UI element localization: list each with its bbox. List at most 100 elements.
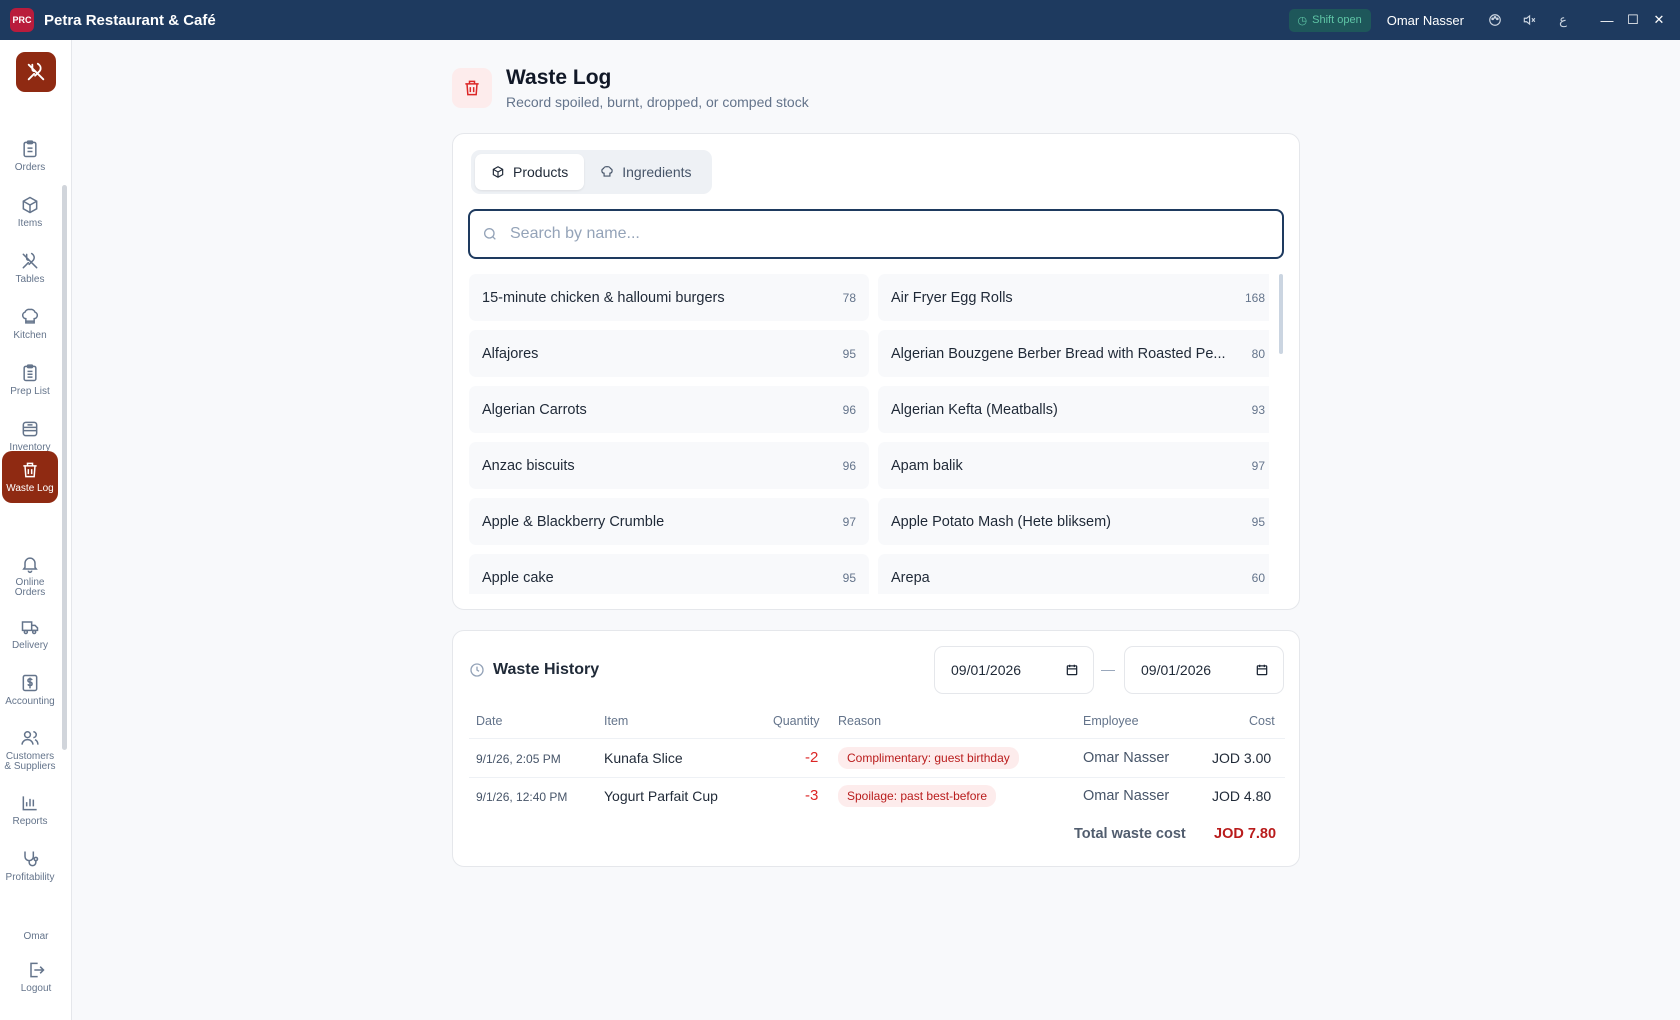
date-to-input[interactable]: 09/01/2026 — [1124, 646, 1284, 694]
sidebar-item-online-orders[interactable]: Online Orders — [2, 546, 58, 606]
sidebar-item-waste-log[interactable]: Waste Log — [2, 451, 58, 503]
product-item[interactable]: Apple Potato Mash (Hete bliksem) 95 — [878, 498, 1269, 545]
column-header-employee: Employee — [1083, 714, 1139, 728]
bar-chart-icon — [22, 796, 37, 811]
app-title: Petra Restaurant & Café — [44, 11, 216, 29]
product-grid: 15-minute chicken & halloumi burgers 78 … — [469, 274, 1269, 594]
stethoscope-icon — [24, 851, 39, 867]
product-picker-card: Products Ingredients 15-minute chicken &… — [452, 133, 1300, 610]
sidebar-item-profitability[interactable]: Profitability — [2, 838, 58, 894]
sidebar: Orders Items Tables Kitchen Prep List In… — [0, 40, 72, 1020]
row-quantity: -3 — [805, 787, 819, 804]
product-item[interactable]: Alfajores 95 — [469, 330, 869, 377]
product-item[interactable]: Air Fryer Egg Rolls 168 — [878, 274, 1269, 321]
waste-history-card: Waste History 09/01/2026 — 09/01/2026 Da… — [452, 630, 1300, 867]
mute-icon[interactable] — [1512, 0, 1546, 40]
product-item[interactable]: Apple & Blackberry Crumble 97 — [469, 498, 869, 545]
product-item[interactable]: Algerian Kefta (Meatballs) 93 — [878, 386, 1269, 433]
product-item[interactable]: Algerian Bouzgene Berber Bread with Roas… — [878, 330, 1269, 377]
shift-status-badge[interactable]: ◷ Shift open — [1288, 8, 1371, 32]
total-waste-label: Total waste cost — [1074, 826, 1186, 842]
date-range-separator: — — [1101, 661, 1115, 677]
dollar-icon — [22, 674, 38, 692]
truck-icon — [21, 621, 39, 635]
product-item[interactable]: Arepa 60 — [878, 554, 1269, 594]
row-cost: JOD 3.00 — [1212, 750, 1272, 766]
tab-ingredients[interactable]: Ingredients — [584, 154, 707, 190]
column-header-cost: Cost — [1249, 714, 1275, 728]
divider — [469, 738, 1285, 739]
clipboard-icon — [23, 140, 37, 158]
chef-hat-icon — [601, 166, 613, 177]
column-header-date: Date — [476, 714, 503, 728]
page-header: Waste Log Record spoiled, burnt, dropped… — [452, 66, 809, 110]
product-item[interactable]: Algerian Carrots 96 — [469, 386, 869, 433]
column-header-quantity: Quantity — [773, 714, 820, 728]
product-item[interactable]: Anzac biscuits 96 — [469, 442, 869, 489]
sidebar-item-tables[interactable]: Tables — [2, 240, 58, 296]
calendar-icon[interactable] — [1065, 663, 1079, 677]
row-item: Kunafa Slice — [604, 750, 683, 766]
product-grid-scrollbar[interactable] — [1279, 274, 1283, 354]
column-header-item: Item — [604, 714, 629, 728]
history-title: Waste History — [493, 661, 600, 678]
page-subtitle: Record spoiled, burnt, dropped, or compe… — [506, 94, 809, 110]
row-item: Yogurt Parfait Cup — [604, 788, 718, 804]
divider — [469, 777, 1285, 778]
sidebar-item-customers-suppliers[interactable]: Customers & Suppliers — [2, 720, 58, 780]
app-logo: PRC — [10, 8, 34, 32]
row-date: 9/1/26, 2:05 PM — [476, 752, 561, 766]
utensils-logo-icon[interactable] — [16, 52, 56, 92]
bell-icon — [22, 557, 38, 574]
tab-switcher: Products Ingredients — [471, 150, 712, 194]
row-employee: Omar Nasser — [1083, 750, 1170, 766]
tab-products[interactable]: Products — [475, 154, 585, 190]
maximize-button[interactable]: ☐ — [1620, 0, 1646, 40]
shift-status-label: Shift open — [1312, 14, 1362, 26]
language-toggle[interactable]: ع — [1546, 0, 1580, 40]
box-icon — [492, 166, 504, 178]
close-button[interactable]: ✕ — [1646, 0, 1672, 40]
sidebar-item-reports[interactable]: Reports — [2, 782, 58, 838]
box-icon — [22, 196, 38, 214]
date-from-input[interactable]: 09/01/2026 — [934, 646, 1094, 694]
sidebar-item-kitchen[interactable]: Kitchen — [2, 296, 58, 352]
sidebar-item-prep-list[interactable]: Prep List — [2, 352, 58, 408]
logout-button[interactable]: Logout — [8, 960, 64, 994]
product-item[interactable]: 15-minute chicken & halloumi burgers 78 — [469, 274, 869, 321]
sidebar-item-orders[interactable]: Orders — [2, 128, 58, 184]
row-cost: JOD 4.80 — [1212, 788, 1272, 804]
palette-icon[interactable] — [1478, 0, 1512, 40]
clock-icon — [470, 663, 484, 677]
title-bar: PRC Petra Restaurant & Café ◷ Shift open… — [0, 0, 1680, 40]
calendar-icon[interactable] — [1255, 663, 1269, 677]
users-icon — [21, 731, 39, 745]
page-title: Waste Log — [506, 66, 612, 89]
product-item[interactable]: Apple cake 95 — [469, 554, 869, 594]
chef-hat-icon — [21, 308, 39, 324]
row-employee: Omar Nasser — [1083, 788, 1170, 804]
sidebar-item-delivery[interactable]: Delivery — [2, 606, 58, 662]
sidebar-item-items[interactable]: Items — [2, 184, 58, 240]
search-box — [468, 209, 1284, 259]
utensils-icon — [22, 252, 38, 269]
user-name[interactable]: Omar Nasser — [1387, 13, 1464, 28]
sidebar-scrollbar[interactable] — [62, 185, 67, 750]
clipboard-list-icon — [23, 364, 37, 382]
clock-icon: ◷ — [1297, 14, 1308, 27]
reason-badge: Spoilage: past best-before — [838, 785, 997, 807]
inventory-icon — [22, 421, 38, 437]
sidebar-user-name: Omar — [23, 931, 49, 942]
search-icon — [484, 228, 496, 240]
minimize-button[interactable]: — — [1594, 0, 1620, 40]
logout-icon — [30, 962, 45, 978]
product-item[interactable]: Apam balik 97 — [878, 442, 1269, 489]
trash-icon — [452, 68, 492, 108]
sidebar-item-accounting[interactable]: Accounting — [2, 662, 58, 718]
row-date: 9/1/26, 12:40 PM — [476, 790, 568, 804]
row-quantity: -2 — [805, 749, 819, 766]
trash-icon — [23, 462, 37, 478]
column-header-reason: Reason — [838, 714, 882, 728]
total-waste-value: JOD 7.80 — [1214, 826, 1277, 842]
search-input[interactable] — [510, 225, 1250, 243]
